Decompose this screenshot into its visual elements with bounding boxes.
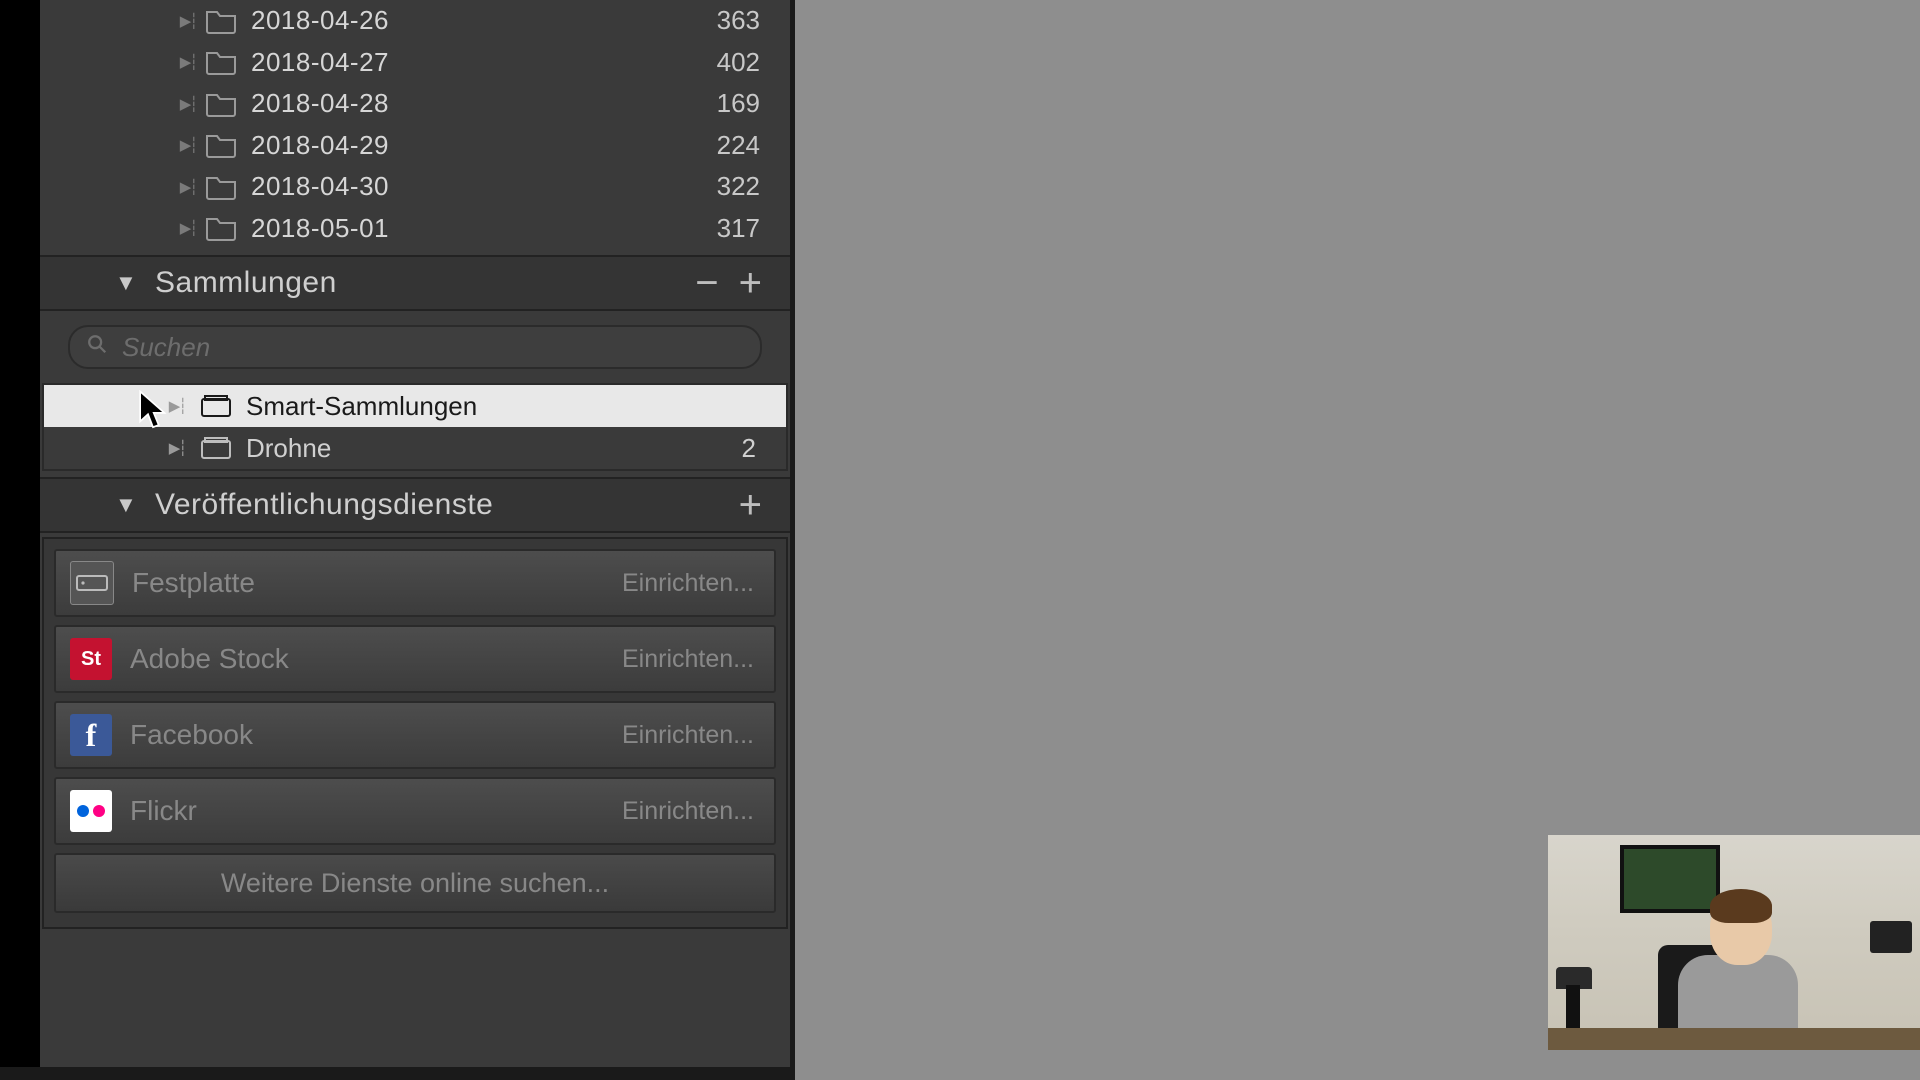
disclosure-triangle-icon[interactable]: ▶┆: [164, 397, 190, 415]
collection-count: 2: [742, 433, 756, 464]
service-setup-link[interactable]: Einrichten...: [622, 645, 754, 674]
collection-set-icon: [196, 395, 236, 417]
disclosure-triangle-icon[interactable]: ▶┆: [175, 178, 201, 196]
disclosure-triangle-icon[interactable]: ▶┆: [164, 439, 190, 457]
folder-count: 363: [717, 5, 760, 36]
folder-name: 2018-05-01: [251, 213, 717, 244]
publish-panel-header[interactable]: ▼ Veröffentlichungsdienste +: [40, 477, 790, 533]
facebook-icon: f: [70, 714, 112, 756]
publish-service-row[interactable]: St Adobe StockEinrichten...: [54, 625, 776, 693]
left-gutter: [0, 0, 40, 1080]
folder-icon: [201, 91, 241, 117]
service-setup-link[interactable]: Einrichten...: [622, 797, 754, 826]
sidebar-bottom-border: [0, 1067, 795, 1080]
folder-row[interactable]: ▶┆ 2018-04-30322: [40, 166, 790, 208]
service-name: Adobe Stock: [130, 643, 622, 675]
collapse-triangle-icon[interactable]: ▼: [115, 270, 137, 296]
collections-minus-button[interactable]: −: [685, 263, 728, 303]
service-name: Festplatte: [132, 567, 622, 599]
disclosure-triangle-icon[interactable]: ▶┆: [175, 219, 201, 237]
collection-set-icon: [196, 437, 236, 459]
folder-name: 2018-04-28: [251, 88, 717, 119]
flickr-icon: [70, 790, 112, 832]
folder-icon: [201, 174, 241, 200]
collections-list: ▶┆ Smart-Sammlungen ▶┆ Drohne2: [42, 383, 788, 471]
publish-plus-button[interactable]: +: [729, 485, 772, 525]
service-setup-link[interactable]: Einrichten...: [622, 569, 754, 598]
harddrive-icon: [70, 561, 114, 605]
folder-icon: [201, 8, 241, 34]
publish-title: Veröffentlichungsdienste: [155, 488, 493, 522]
search-icon: [86, 333, 108, 361]
folder-name: 2018-04-27: [251, 47, 717, 78]
folder-count: 322: [717, 171, 760, 202]
folder-name: 2018-04-29: [251, 130, 717, 161]
collections-search-input[interactable]: [120, 331, 744, 364]
folder-row[interactable]: ▶┆ 2018-04-27402: [40, 42, 790, 84]
folders-list: ▶┆ 2018-04-26363 ▶┆ 2018-04-27402 ▶┆ 2018-04-…: [40, 0, 790, 249]
service-name: Flickr: [130, 795, 622, 827]
left-sidebar: ▶┆ 2018-04-26363 ▶┆ 2018-04-27402 ▶┆ 2018-04-…: [40, 0, 795, 1067]
folder-row[interactable]: ▶┆ 2018-04-29224: [40, 125, 790, 167]
publish-service-row[interactable]: FlickrEinrichten...: [54, 777, 776, 845]
folder-row[interactable]: ▶┆ 2018-04-28169: [40, 83, 790, 125]
collections-title: Sammlungen: [155, 266, 337, 300]
collection-row[interactable]: ▶┆ Drohne2: [44, 427, 786, 469]
collections-plus-button[interactable]: +: [729, 263, 772, 303]
disclosure-triangle-icon[interactable]: ▶┆: [175, 95, 201, 113]
folder-name: 2018-04-30: [251, 171, 717, 202]
publish-service-row[interactable]: FestplatteEinrichten...: [54, 549, 776, 617]
folder-row[interactable]: ▶┆ 2018-04-26363: [40, 0, 790, 42]
disclosure-triangle-icon[interactable]: ▶┆: [175, 12, 201, 30]
collection-row[interactable]: ▶┆ Smart-Sammlungen: [44, 385, 786, 427]
folder-count: 169: [717, 88, 760, 119]
adobe-stock-icon: St: [70, 638, 112, 680]
collection-name: Drohne: [246, 433, 742, 464]
folder-icon: [201, 215, 241, 241]
folder-count: 317: [717, 213, 760, 244]
publish-services-body: FestplatteEinrichten...StAdobe StockEinr…: [42, 537, 788, 929]
collections-search[interactable]: [68, 325, 762, 369]
collections-panel-header[interactable]: ▼ Sammlungen − +: [40, 255, 790, 311]
service-setup-link[interactable]: Einrichten...: [622, 721, 754, 750]
disclosure-triangle-icon[interactable]: ▶┆: [175, 136, 201, 154]
find-more-services-button[interactable]: Weitere Dienste online suchen...: [54, 853, 776, 913]
collapse-triangle-icon[interactable]: ▼: [115, 492, 137, 518]
webcam-overlay: [1548, 835, 1920, 1050]
folder-row[interactable]: ▶┆ 2018-05-01317: [40, 208, 790, 250]
collection-name: Smart-Sammlungen: [246, 391, 756, 422]
folder-icon: [201, 49, 241, 75]
folder-icon: [201, 132, 241, 158]
folder-count: 224: [717, 130, 760, 161]
disclosure-triangle-icon[interactable]: ▶┆: [175, 53, 201, 71]
publish-service-row[interactable]: f FacebookEinrichten...: [54, 701, 776, 769]
service-name: Facebook: [130, 719, 622, 751]
folder-name: 2018-04-26: [251, 5, 717, 36]
folder-count: 402: [717, 47, 760, 78]
